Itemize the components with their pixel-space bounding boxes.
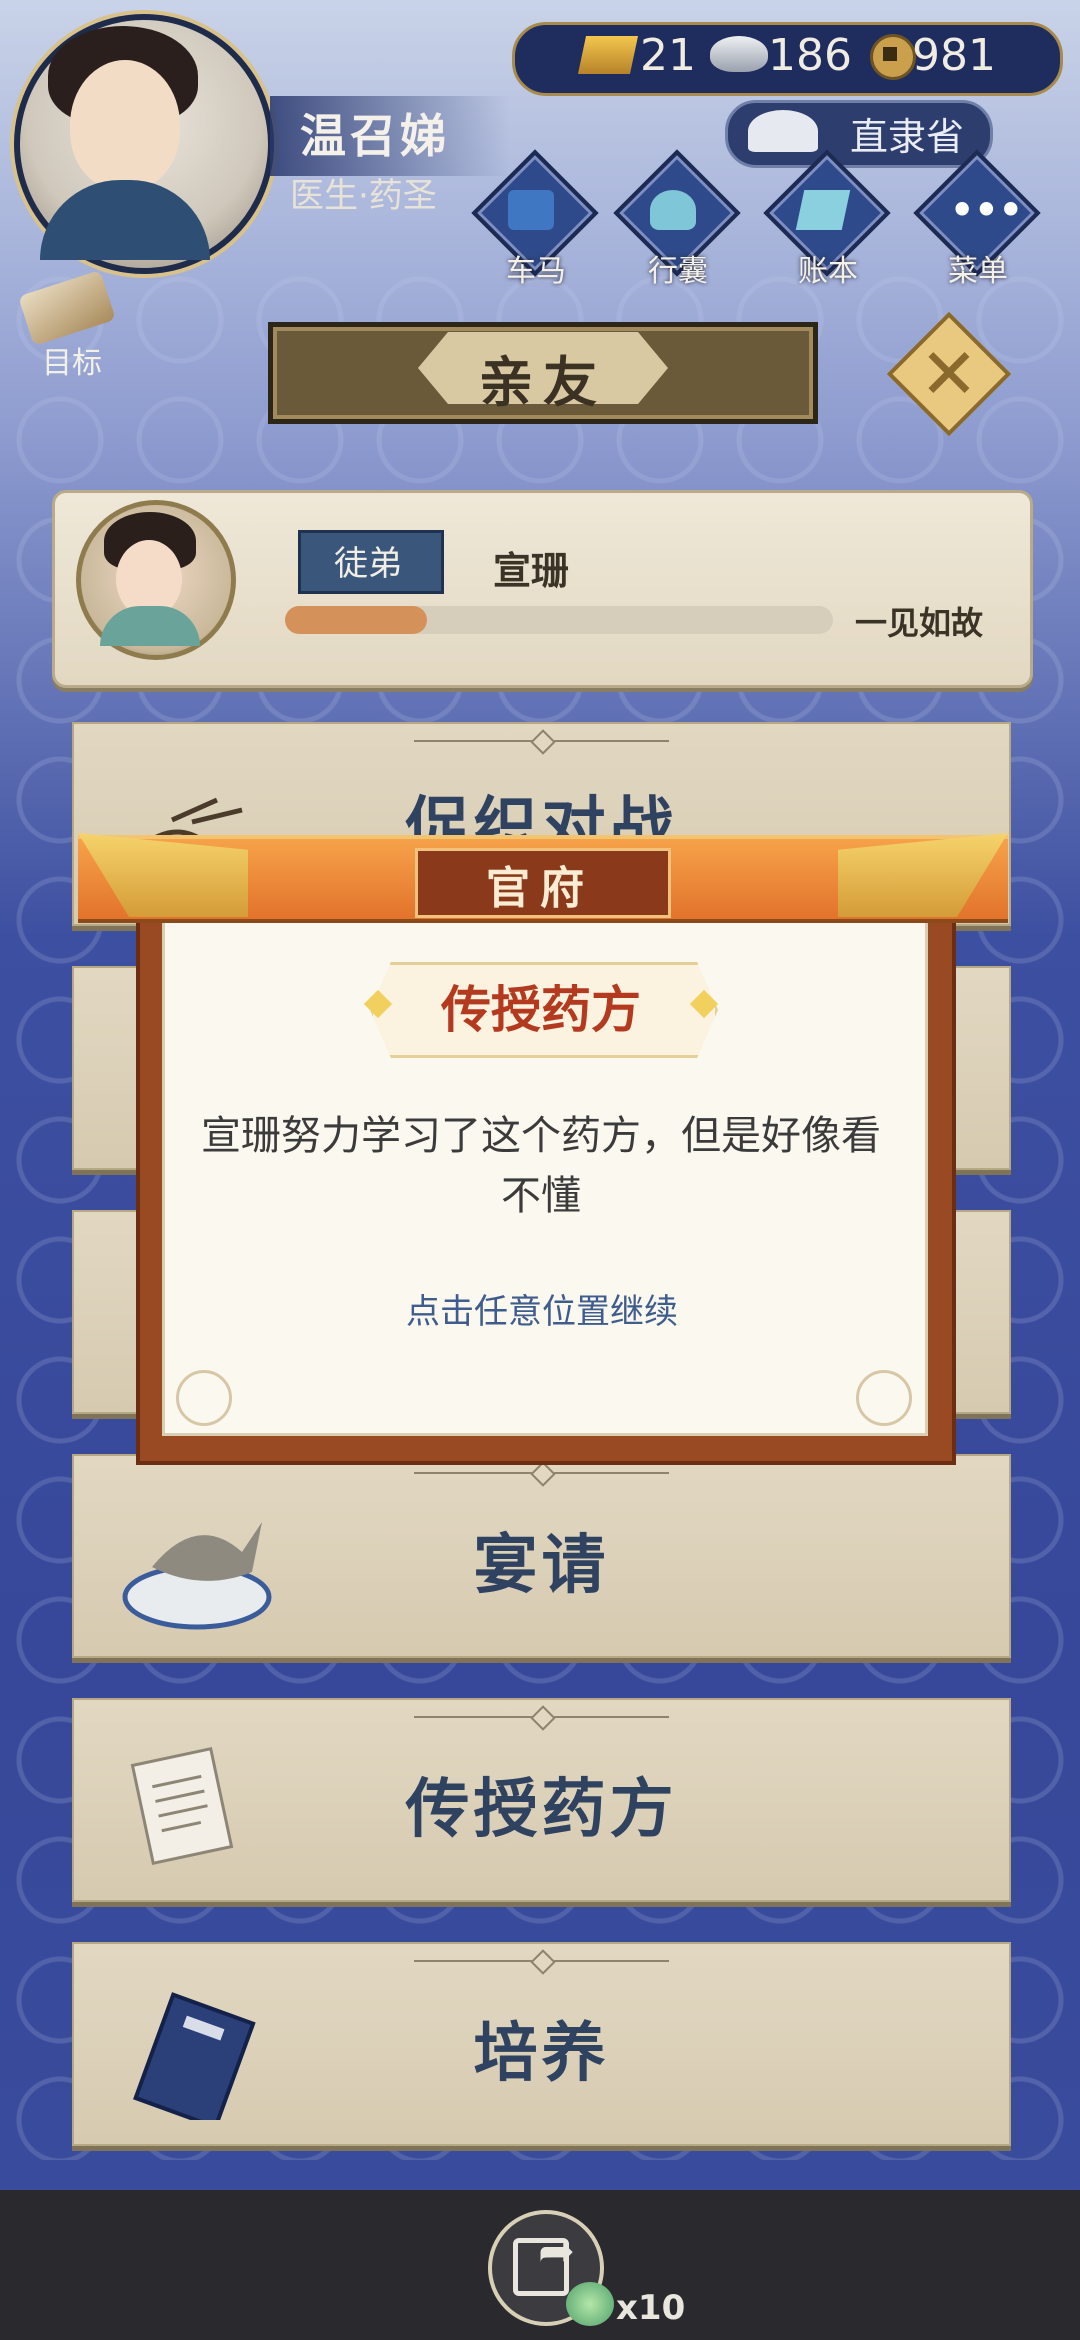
nav-label: 菜单 [948, 254, 1008, 289]
nav-label: 行囊 [648, 254, 708, 289]
menu-teach-prescription[interactable]: 传授药方 [72, 1698, 1011, 1902]
nav-carriage-button[interactable]: 车马 [471, 149, 599, 289]
gold-ingot-icon [577, 36, 639, 74]
scroll-icon [18, 269, 116, 347]
avatar-face [70, 60, 180, 190]
continue-hint[interactable]: 点击任意位置继续 [162, 1284, 922, 1333]
relationship-bar-fill [285, 606, 427, 634]
panel-ornament-dot [530, 1461, 556, 1487]
coin-count: 981 [912, 30, 996, 81]
close-icon[interactable]: ✕ [905, 330, 993, 418]
friend-name: 宣珊 [493, 549, 570, 593]
menu-label: 宴请 [473, 1529, 610, 1603]
page-title: 亲友 [479, 351, 607, 414]
ledger-icon [795, 190, 851, 230]
menu-dots-icon: ••• [950, 188, 1023, 232]
modal-message: 宣珊努力学习了这个药方，但是好像看不懂 [201, 1113, 881, 1219]
nav-bag-button[interactable]: 行囊 [613, 149, 741, 289]
location-label: 直隶省 [850, 115, 965, 159]
menu-cultivate[interactable]: 培养 [72, 1942, 1011, 2146]
modal-subtitle: 传授药方 [441, 981, 641, 1039]
goal-label: 目标 [42, 346, 102, 381]
panel-ornament-dot [530, 729, 556, 755]
corner-ornament-icon [856, 1370, 912, 1426]
nav-label: 车马 [506, 254, 566, 289]
reward-multiplier: x10 [616, 2288, 686, 2328]
hat-icon [748, 110, 818, 152]
jade-gem-icon [566, 2282, 614, 2326]
nav-label: 账本 [798, 254, 858, 289]
goal-button[interactable]: 目标 [10, 269, 120, 381]
silver-count: 186 [768, 30, 852, 81]
player-name: 温召娣 [300, 109, 450, 163]
coin-hole [883, 47, 897, 61]
menu-label: 传授药方 [405, 1773, 678, 1847]
friend-role: 徒弟 [334, 544, 402, 584]
silver-ingot-icon [710, 36, 768, 72]
share-arrow-icon: ➦ [538, 2226, 575, 2277]
modal-header: 官府 [486, 863, 594, 914]
gold-count: 21 [640, 30, 696, 81]
nav-menu-button[interactable]: ••• 菜单 [913, 149, 1041, 289]
corner-ornament-icon [176, 1370, 232, 1426]
nav-ledger-button[interactable]: 账本 [763, 149, 891, 289]
menu-label: 培养 [473, 2017, 610, 2091]
player-title: 医生·药圣 [290, 176, 437, 216]
menu-banquet[interactable]: 宴请 [72, 1454, 1011, 1658]
panel-ornament-dot [530, 1949, 556, 1975]
bag-icon [650, 190, 696, 230]
panel-ornament-dot [530, 1705, 556, 1731]
carriage-icon [508, 190, 554, 230]
relationship-label: 一见如故 [855, 604, 984, 642]
